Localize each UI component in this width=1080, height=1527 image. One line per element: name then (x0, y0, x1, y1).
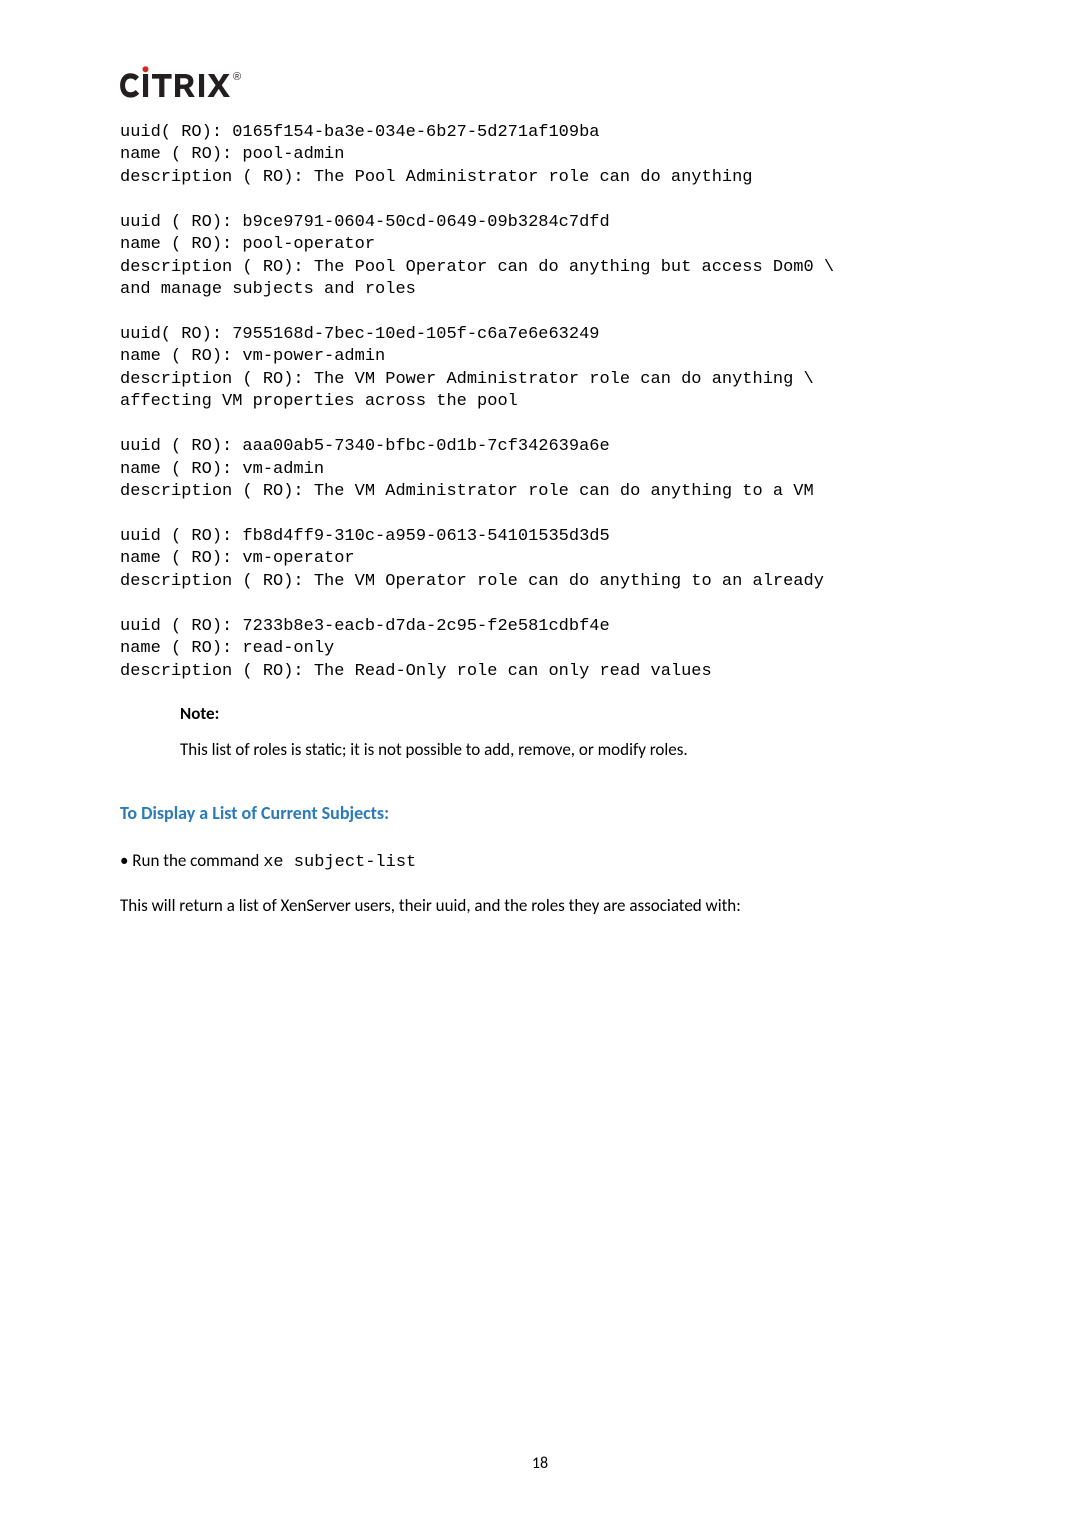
section-heading: To Display a List of Current Subjects: (120, 802, 960, 824)
inline-code: xe subject-list (263, 853, 416, 872)
bullet-run-command: • Run the command xe subject-list (120, 848, 960, 876)
note-text: This list of roles is static; it is not … (180, 738, 960, 762)
page-number: 18 (0, 1454, 1080, 1473)
body-paragraph: This will return a list of XenServer use… (120, 893, 960, 919)
bullet-text: • Run the command (120, 850, 263, 871)
note-label: Note: (180, 703, 960, 724)
code-output: uuid( RO): 0165f154-ba3e-034e-6b27-5d271… (120, 122, 960, 683)
note-block: Note: This list of roles is static; it i… (180, 703, 960, 762)
citrix-logo: ® (120, 66, 960, 100)
svg-text:®: ® (233, 71, 241, 83)
